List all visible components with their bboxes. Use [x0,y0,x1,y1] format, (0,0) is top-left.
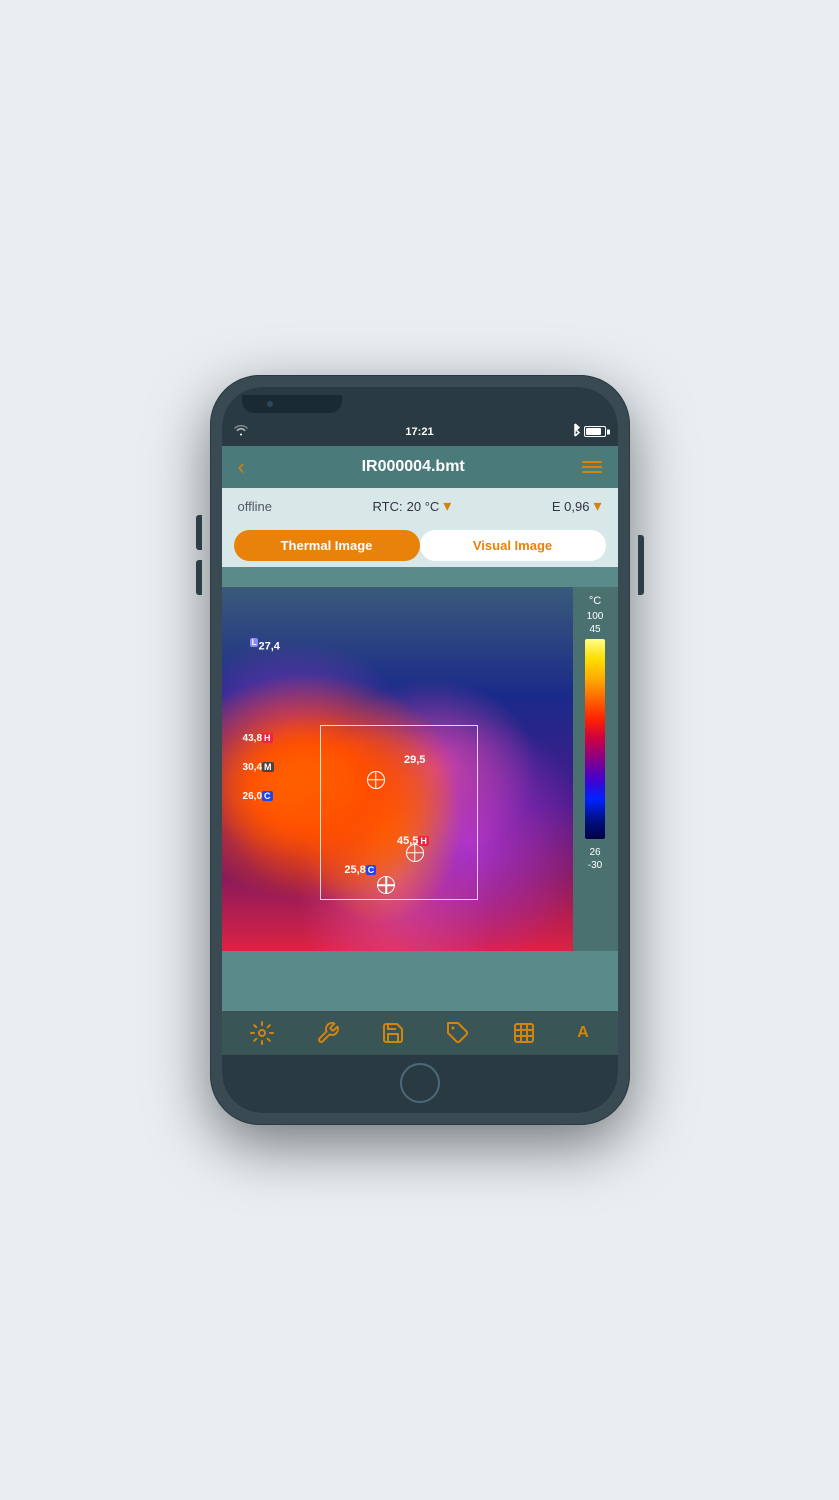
spot-value-3: 25,8C [344,864,376,876]
power-button[interactable] [638,535,644,595]
volume-down-button[interactable] [196,560,202,595]
scale-100: 100 [587,611,604,622]
thermal-image-top-padding [222,567,618,587]
camera-icon [267,401,273,407]
spot-value-2: 45,5H [397,835,429,847]
rtc-display[interactable]: RTC: 20 °C ▾ [373,496,452,516]
bluetooth-icon [570,423,580,440]
save-button[interactable] [381,1021,405,1045]
tab-thermal[interactable]: Thermal Image [234,530,420,561]
annotation-L: L27,4 [250,638,280,653]
crosshair-1-circle [367,771,385,789]
phone-screen: 17:21 ‹ [222,387,618,1113]
annotation-H1: 43,8H [243,733,273,744]
spot-value-1: 29,5 [404,754,425,766]
thermal-image[interactable]: L27,4 43,8H 30,4M 26,0C [222,587,573,951]
emissivity-dropdown-icon: ▾ [593,496,601,516]
settings-button[interactable] [250,1021,274,1045]
speaker-icon [281,402,316,406]
rtc-label: RTC: [373,499,403,514]
volume-up-button[interactable] [196,515,202,550]
emissivity-value: E 0,96 [552,499,590,514]
tag-button[interactable] [446,1021,470,1045]
info-bar: offline RTC: 20 °C ▾ E 0,96 ▾ [222,488,618,524]
scale-minus30: -30 [588,860,602,871]
bottom-toolbar: A [222,1011,618,1055]
tab-visual[interactable]: Visual Image [420,530,606,561]
rtc-value: 20 °C [407,499,440,514]
status-right [482,423,606,440]
menu-icon [582,466,602,468]
annotation-C1: 26,0C [243,791,273,802]
scale-45: 45 [589,624,600,635]
page-title: IR000004.bmt [362,458,465,476]
notch-bump [242,395,342,413]
rtc-dropdown-icon: ▾ [443,496,451,516]
menu-button[interactable] [582,461,602,473]
scale-26: 26 [589,847,600,858]
app-header: ‹ IR000004.bmt [222,446,618,488]
battery-icon [584,426,606,437]
connection-status: offline [238,499,272,514]
status-left [234,424,358,439]
home-button[interactable] [400,1063,440,1103]
emissivity-display[interactable]: E 0,96 ▾ [552,496,602,516]
color-gradient-bar [585,639,605,839]
auto-button[interactable]: A [577,1024,589,1042]
thermal-image-bottom-padding [222,951,618,1011]
color-scale: °C 100 45 26 -30 [573,587,618,951]
back-button[interactable]: ‹ [238,454,245,480]
screen: 17:21 ‹ [222,387,618,1113]
status-time: 17:21 [358,426,482,438]
home-bar [222,1055,618,1113]
export-button[interactable] [512,1021,536,1045]
notch-area [222,387,618,421]
scale-unit: °C [589,595,601,607]
menu-icon [582,471,602,473]
tools-button[interactable] [316,1021,340,1045]
wifi-icon [234,424,248,439]
annotation-M: 30,4M [243,762,274,773]
app-content: ‹ IR000004.bmt offline RTC: 20 °C ▾ [222,446,618,1113]
tab-bar: Thermal Image Visual Image [222,524,618,567]
status-bar: 17:21 [222,421,618,446]
phone-frame: 17:21 ‹ [210,375,630,1125]
menu-icon [582,461,602,463]
image-container: L27,4 43,8H 30,4M 26,0C [222,587,618,951]
crosshair-3-circle [377,876,395,894]
